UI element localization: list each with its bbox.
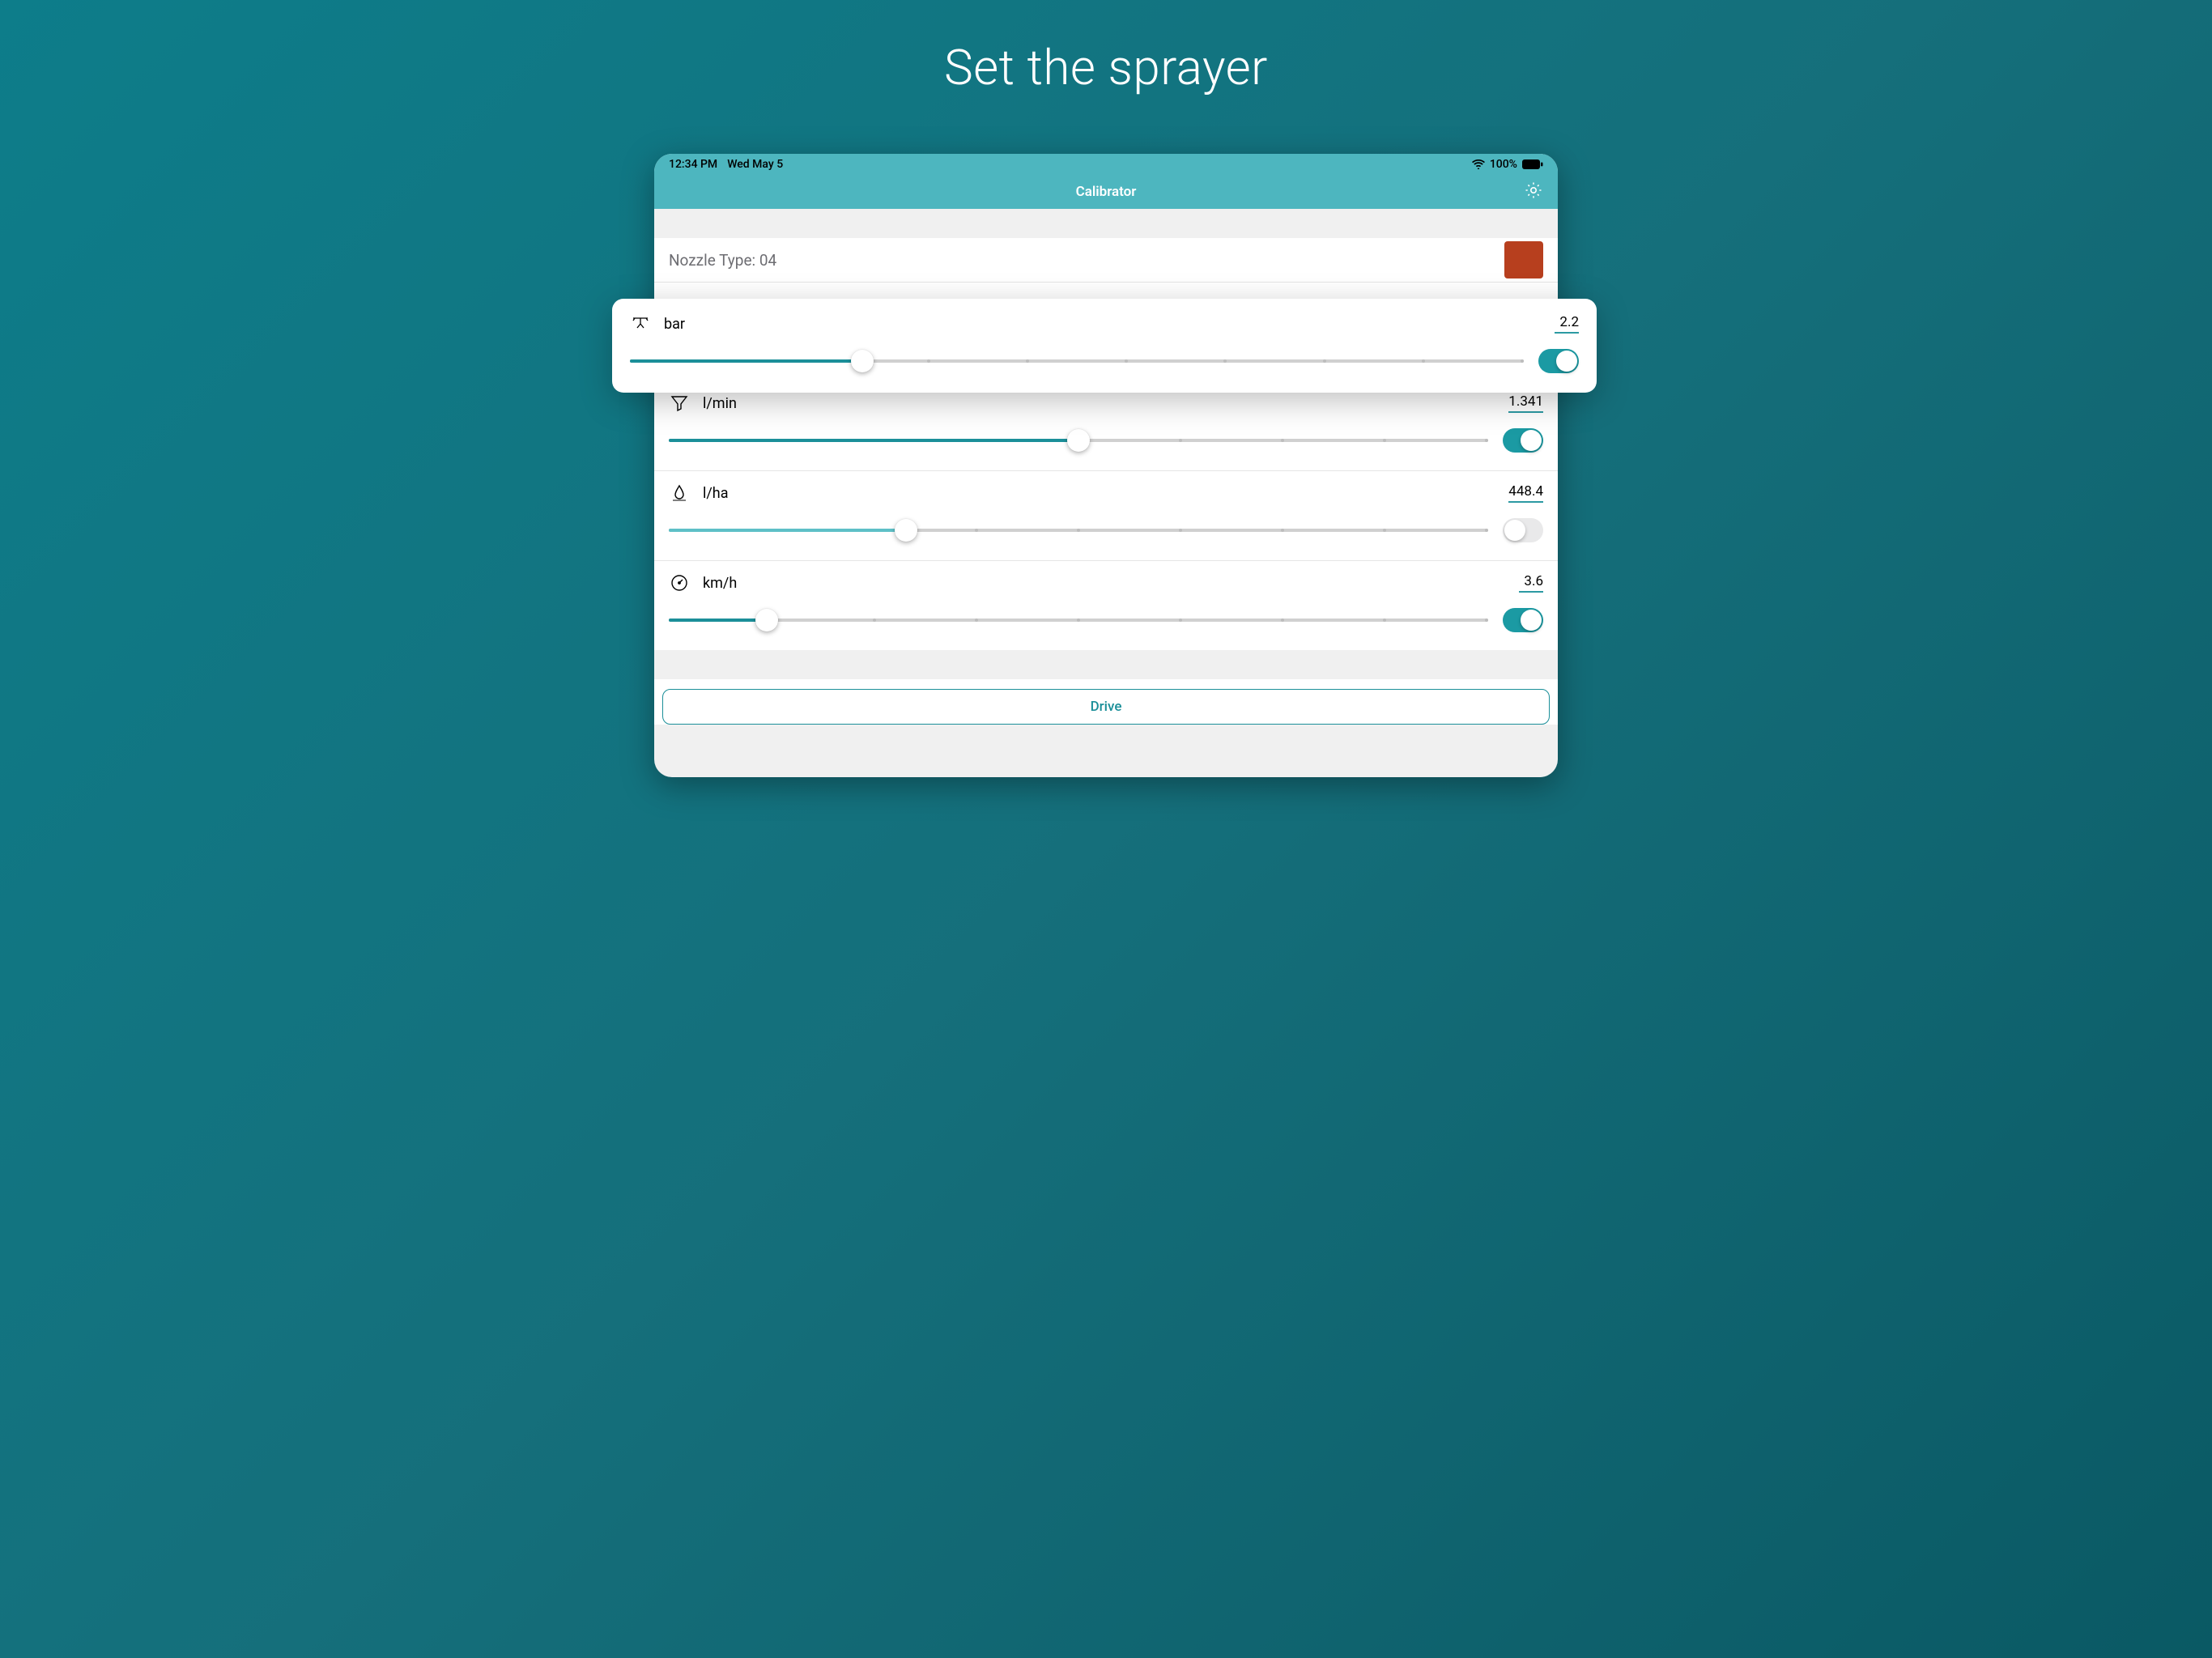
slider-row-bar: bar 2.2 (612, 299, 1597, 393)
slider-track-lmin[interactable] (669, 428, 1488, 453)
status-date: Wed May 5 (727, 158, 783, 171)
status-bar: 12:34 PM Wed May 5 100% (654, 154, 1558, 175)
slider-thumb-kmh[interactable] (755, 609, 778, 631)
slider-label-lha: l/ha (703, 485, 729, 502)
spacer (654, 650, 1558, 679)
toggle-lha[interactable] (1503, 518, 1543, 542)
status-battery-pct: 100% (1490, 158, 1517, 171)
toggle-lmin[interactable] (1503, 428, 1543, 453)
battery-icon (1522, 159, 1543, 169)
slider-thumb-lmin[interactable] (1067, 429, 1090, 452)
slider-row-kmh: km/h 3.6 (654, 560, 1558, 650)
slider-label-lmin: l/min (703, 395, 737, 412)
spacer (654, 209, 1558, 238)
sprayer-icon (630, 313, 651, 334)
slider-label-kmh: km/h (703, 575, 737, 592)
nav-bar: Calibrator (654, 175, 1558, 209)
settings-button[interactable] (1522, 181, 1545, 203)
toggle-kmh[interactable] (1503, 608, 1543, 632)
slider-thumb-lha[interactable] (895, 519, 917, 542)
slider-value-kmh[interactable]: 3.6 (1519, 573, 1543, 593)
funnel-icon (669, 393, 690, 414)
page-headline: Set the sprayer (588, 0, 1624, 96)
toggle-bar[interactable] (1538, 349, 1579, 373)
tablet-frame: 12:34 PM Wed May 5 100% Calibrator (654, 154, 1558, 777)
slider-label-bar: bar (664, 316, 685, 333)
status-time: 12:34 PM (669, 158, 717, 171)
slider-value-bar[interactable]: 2.2 (1555, 314, 1579, 334)
slider-value-lha[interactable]: 448.4 (1508, 483, 1543, 503)
nozzle-label: Nozzle Type: 04 (669, 251, 776, 270)
slider-thumb-bar[interactable] (851, 350, 874, 372)
slider-row-lha: l/ha 448.4 (654, 470, 1558, 560)
nozzle-row[interactable]: Nozzle Type: 04 (654, 238, 1558, 282)
gauge-icon (669, 572, 690, 593)
slider-track-bar[interactable] (630, 349, 1524, 373)
nav-title: Calibrator (1076, 184, 1137, 200)
slider-value-lmin[interactable]: 1.341 (1508, 393, 1543, 413)
gear-icon (1524, 181, 1543, 204)
slider-track-kmh[interactable] (669, 608, 1488, 632)
droplet-icon (669, 483, 690, 504)
slider-row-lmin: l/min 1.341 (654, 380, 1558, 470)
slider-track-lha[interactable] (669, 518, 1488, 542)
wifi-icon (1472, 159, 1485, 169)
nozzle-color-swatch (1504, 241, 1543, 278)
drive-button[interactable]: Drive (662, 689, 1550, 725)
